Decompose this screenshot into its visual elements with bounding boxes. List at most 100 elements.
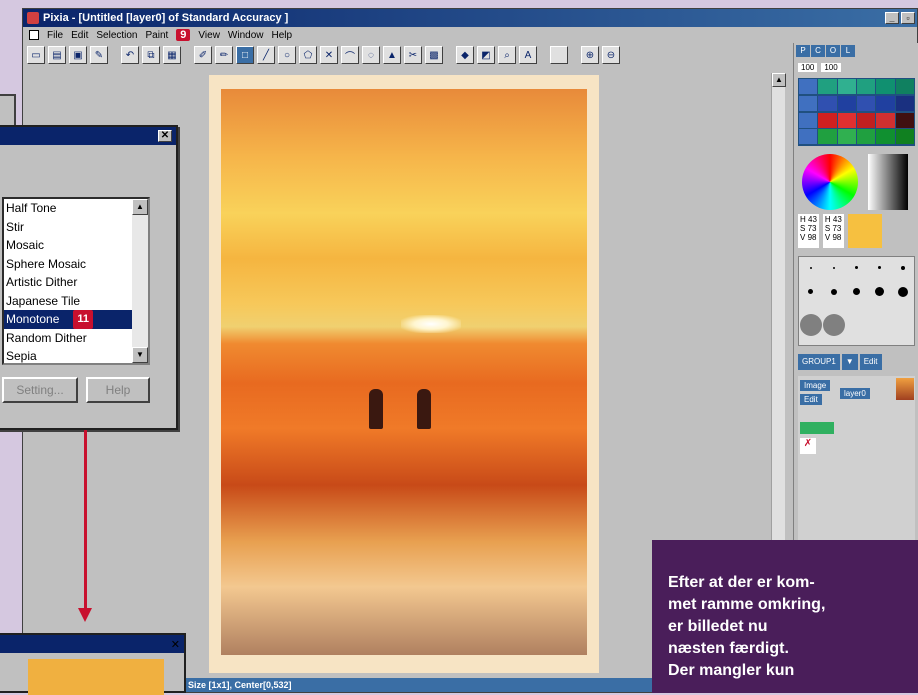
swatch[interactable]: [799, 79, 818, 94]
swatch[interactable]: [818, 95, 837, 111]
swatch[interactable]: [895, 95, 914, 111]
brush-dot[interactable]: [853, 288, 860, 296]
filter-list-scrollbar[interactable]: ▲ ▼: [132, 199, 148, 363]
maximize-button[interactable]: ▫: [901, 12, 915, 24]
filter-list[interactable]: Half Tone Stir Mosaic Sphere Mosaic Arti…: [2, 197, 150, 365]
zoom-out-icon[interactable]: ⊖: [602, 46, 620, 64]
current-color-swatch[interactable]: [847, 214, 882, 248]
brush-dot[interactable]: [832, 266, 835, 269]
pen-icon[interactable]: ✐: [194, 46, 212, 64]
swatch[interactable]: [837, 95, 856, 111]
tab-p[interactable]: P: [796, 45, 810, 57]
filter-mosaic[interactable]: Mosaic: [4, 236, 148, 255]
value-gradient[interactable]: [868, 154, 908, 210]
filter-sphere-mosaic[interactable]: Sphere Mosaic: [4, 255, 148, 274]
menu-help[interactable]: Help: [272, 30, 293, 41]
polygon-icon[interactable]: ⬠: [299, 46, 317, 64]
filter-artistic-dither[interactable]: Artistic Dither: [4, 273, 148, 292]
delete-layer-icon[interactable]: ✗: [800, 438, 816, 454]
move-icon[interactable]: ◩: [477, 46, 495, 64]
brush-dot[interactable]: [878, 266, 881, 270]
filter-random-dither[interactable]: Random Dither: [4, 329, 148, 348]
swatch[interactable]: [876, 79, 895, 94]
scan-icon[interactable]: ✎: [90, 46, 108, 64]
scroll-down-icon[interactable]: ▼: [132, 347, 148, 363]
swatch[interactable]: [799, 129, 818, 145]
tab-c[interactable]: C: [811, 45, 825, 57]
menu-edit[interactable]: Edit: [71, 30, 88, 41]
swatch[interactable]: [895, 129, 914, 145]
swatch[interactable]: [857, 112, 876, 128]
layer-edit-button[interactable]: Edit: [800, 394, 822, 405]
scroll-up-icon[interactable]: ▲: [132, 199, 148, 215]
brush-dot[interactable]: [822, 314, 845, 337]
filter-japanese-tile[interactable]: Japanese Tile: [4, 292, 148, 311]
lasso-icon[interactable]: ◌: [362, 46, 380, 64]
swatch[interactable]: [876, 112, 895, 128]
brush-dot[interactable]: [799, 314, 822, 337]
zoom-icon[interactable]: ⌕: [498, 46, 516, 64]
swatch[interactable]: [895, 79, 914, 94]
brush-dot[interactable]: [809, 266, 812, 269]
swatch[interactable]: [818, 129, 837, 145]
image-button[interactable]: Image: [800, 380, 831, 391]
text-icon[interactable]: A: [519, 46, 537, 64]
hsv-s2[interactable]: 73: [832, 224, 841, 233]
copy-icon[interactable]: ⧉: [142, 46, 160, 64]
menu-selection[interactable]: Selection: [96, 30, 137, 41]
menu-file[interactable]: File: [47, 30, 63, 41]
swatch[interactable]: [876, 129, 895, 145]
chevron-down-icon[interactable]: ▼: [841, 354, 858, 370]
layer-color-bar[interactable]: [800, 422, 834, 434]
swatch[interactable]: [895, 112, 914, 128]
swatch[interactable]: [799, 95, 818, 111]
group-edit-button[interactable]: Edit: [859, 354, 882, 370]
color-wheel[interactable]: [802, 154, 858, 210]
hsv-h[interactable]: 43: [808, 215, 817, 224]
scroll-up-icon[interactable]: ▲: [772, 73, 786, 87]
filter-stir[interactable]: Stir: [4, 218, 148, 237]
hsv-s[interactable]: 73: [808, 224, 817, 233]
swatch[interactable]: [818, 79, 837, 94]
filter-sepia[interactable]: Sepia: [4, 347, 148, 366]
line-icon[interactable]: ╱: [257, 46, 275, 64]
scissors-icon[interactable]: ✂: [404, 46, 422, 64]
fill-icon[interactable]: ▲: [383, 46, 401, 64]
menu-window[interactable]: Window: [228, 30, 264, 41]
tab-o[interactable]: O: [826, 45, 840, 57]
hsv-v2[interactable]: 98: [832, 233, 841, 242]
rectangle-icon[interactable]: □: [236, 46, 254, 64]
new-file-icon[interactable]: ▭: [27, 46, 45, 64]
filter-monotone[interactable]: Monotone 11: [4, 310, 148, 329]
filter-half-tone[interactable]: Half Tone: [4, 199, 148, 218]
brush-dot[interactable]: [875, 287, 884, 297]
swatch[interactable]: [857, 79, 876, 94]
swatch[interactable]: [818, 112, 837, 128]
swatch[interactable]: [837, 112, 856, 128]
zoom-in-icon[interactable]: ⊕: [581, 46, 599, 64]
document-icon[interactable]: [29, 30, 39, 40]
minimize-button[interactable]: _: [885, 12, 899, 24]
hsv-h2[interactable]: 43: [833, 215, 842, 224]
hsv-v[interactable]: 98: [808, 233, 817, 242]
blank-icon[interactable]: [550, 46, 568, 64]
ellipse-icon[interactable]: ○: [278, 46, 296, 64]
eraser-icon[interactable]: ✏: [215, 46, 233, 64]
menu-view[interactable]: View: [198, 30, 220, 41]
close-icon[interactable]: ✕: [171, 638, 180, 651]
setting-button[interactable]: Setting...: [2, 377, 78, 403]
save-icon[interactable]: ▣: [69, 46, 87, 64]
swatch[interactable]: [837, 79, 856, 94]
paste-icon[interactable]: ▦: [163, 46, 181, 64]
brush-dot[interactable]: [900, 265, 905, 270]
swatch[interactable]: [837, 129, 856, 145]
curve-icon[interactable]: ⌒: [341, 46, 359, 64]
grid-icon[interactable]: ▩: [425, 46, 443, 64]
cross-icon[interactable]: ✕: [320, 46, 338, 64]
close-icon[interactable]: ✕: [158, 130, 172, 142]
tab-l[interactable]: L: [841, 45, 855, 57]
swatch[interactable]: [857, 129, 876, 145]
brush-dot[interactable]: [897, 286, 908, 297]
layer-name[interactable]: layer0: [840, 388, 870, 399]
swatch[interactable]: [857, 95, 876, 111]
